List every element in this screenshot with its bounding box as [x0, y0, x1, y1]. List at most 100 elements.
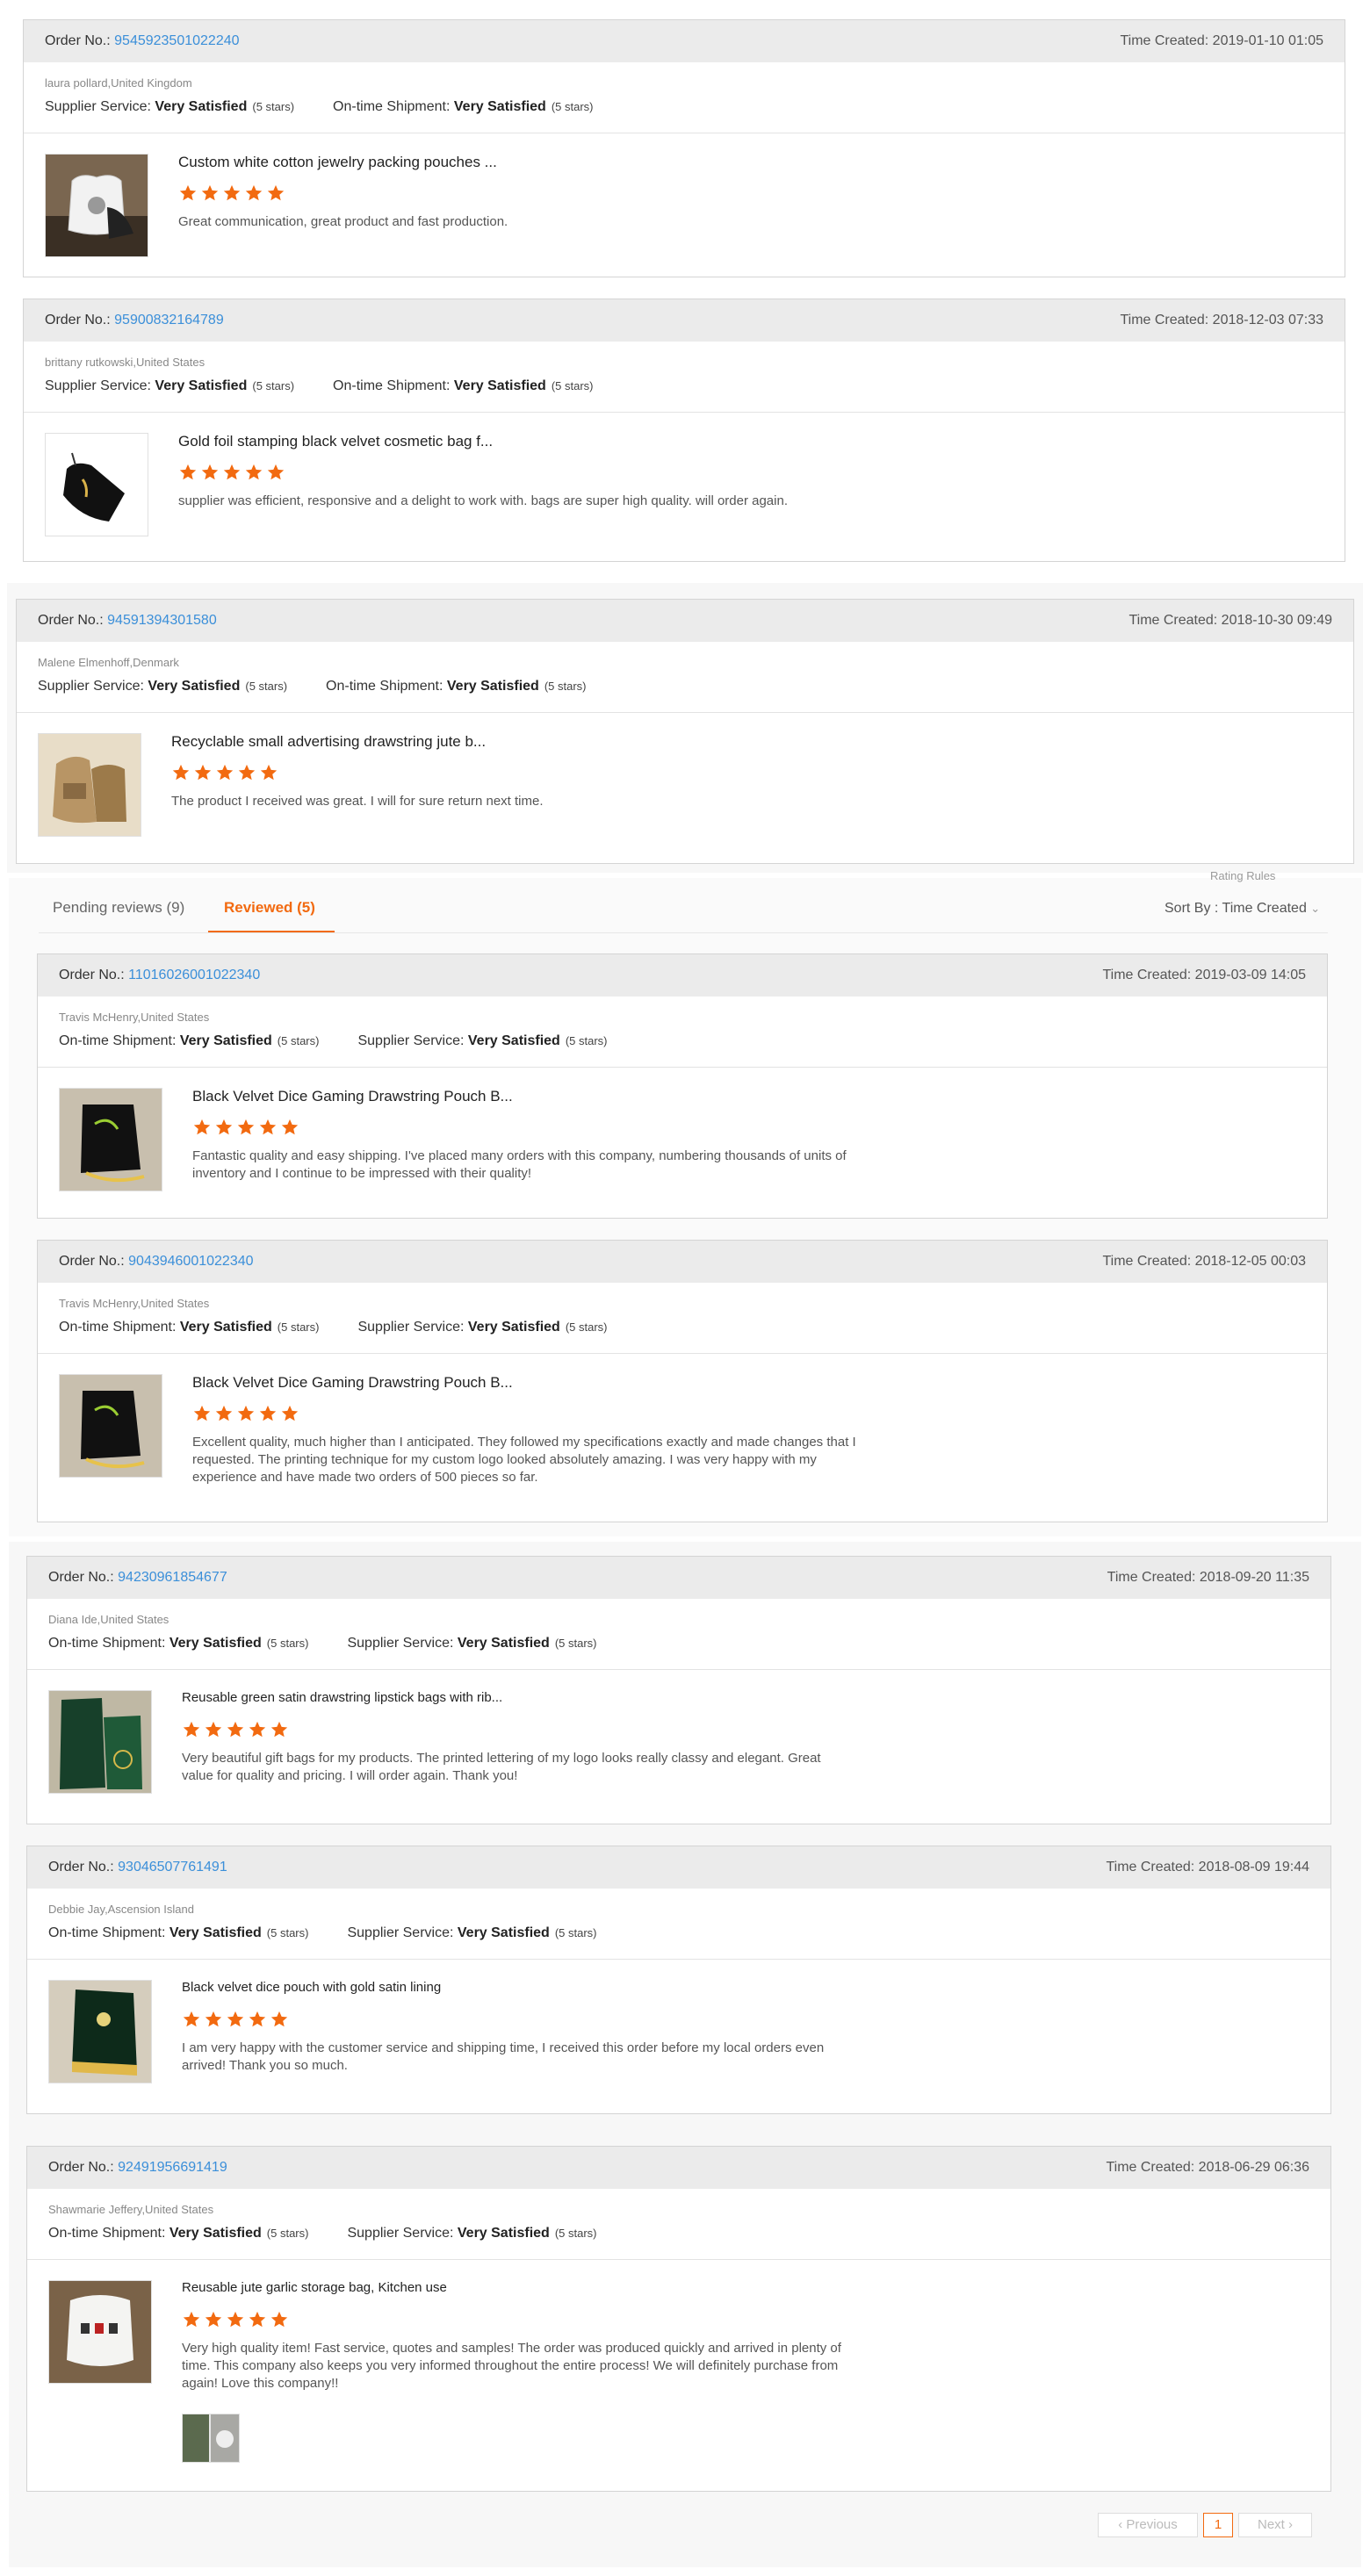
star-icon: [238, 764, 256, 781]
order-number-link[interactable]: 9043946001022340: [128, 1254, 253, 1269]
order-header: Order No.: 92491956691419 Time Created: …: [27, 2147, 1330, 2189]
order-card: Order No.: 93046507761491 Time Created: …: [26, 1846, 1331, 2114]
star-icon: [281, 1405, 299, 1421]
buyer-name: Travis McHenry,United States: [59, 1297, 210, 1310]
review-text: Very beautiful gift bags for my products…: [182, 1751, 821, 1783]
star-rating: [171, 763, 281, 784]
buyer-name: Malene Elmenhoff,Denmark: [38, 656, 179, 669]
star-rating: [192, 1404, 302, 1425]
order-number: Order No.: 94230961854677: [48, 1570, 227, 1585]
buyer-name: Shawmarie Jeffery,United States: [48, 2203, 214, 2216]
star-icon: [194, 764, 212, 781]
star-icon: [245, 464, 263, 480]
buyer-name: Diana Ide,United States: [48, 1613, 169, 1626]
product-title[interactable]: Black Velvet Dice Gaming Drawstring Pouc…: [192, 1088, 513, 1105]
star-icon: [260, 764, 278, 781]
star-rating: [182, 1720, 292, 1741]
rating-rules-link[interactable]: Rating Rules: [1210, 869, 1275, 882]
product-title[interactable]: Reusable green satin drawstring lipstick…: [182, 1690, 502, 1705]
garlic-storage-bag-photo[interactable]: [48, 2280, 152, 2384]
star-icon: [205, 1721, 222, 1738]
velvet-dice-pouch-gold-lining-photo[interactable]: [48, 1980, 152, 2083]
order-header: Order No.: 93046507761491 Time Created: …: [27, 1846, 1330, 1889]
sort-by-dropdown[interactable]: Sort By : Time Created ⌄: [1164, 901, 1320, 917]
rating-summary: On-time Shipment: Very Satisfied (5 stars…: [48, 2226, 597, 2241]
order-card: Order No.: 95900832164789 Time Created: …: [23, 299, 1345, 562]
tab-reviewed[interactable]: Reviewed (5): [224, 899, 315, 917]
star-icon: [201, 184, 219, 201]
order-number-link[interactable]: 9545923501022240: [114, 33, 239, 48]
order-number-link[interactable]: 95900832164789: [114, 313, 224, 327]
star-icon: [259, 1119, 277, 1135]
star-icon: [281, 1119, 299, 1135]
page-1-button[interactable]: 1: [1203, 2513, 1233, 2537]
product-title[interactable]: Reusable jute garlic storage bag, Kitche…: [182, 2280, 447, 2295]
time-created: Time Created: 2018-08-09 19:44: [1106, 1860, 1309, 1874]
product-title[interactable]: Recyclable small advertising drawstring …: [171, 733, 486, 751]
order-card: Order No.: 9043946001022340 Time Created…: [37, 1240, 1328, 1522]
order-number-link[interactable]: 93046507761491: [118, 1860, 227, 1874]
star-icon: [249, 2011, 266, 2027]
star-icon: [267, 464, 285, 480]
product-title[interactable]: Black Velvet Dice Gaming Drawstring Pouc…: [192, 1374, 513, 1392]
chevron-right-icon: ›: [1288, 2517, 1293, 2532]
star-icon: [179, 464, 197, 480]
order-number-link[interactable]: 92491956691419: [118, 2160, 227, 2175]
star-icon: [193, 1119, 211, 1135]
buyer-name: laura pollard,United Kingdom: [45, 76, 192, 90]
black-velvet-dice-pouch-photo[interactable]: [59, 1088, 162, 1191]
time-created: Time Created: 2018-10-30 09:49: [1128, 613, 1332, 628]
star-icon: [183, 1721, 200, 1738]
product-title[interactable]: Black velvet dice pouch with gold satin …: [182, 1980, 441, 1995]
star-icon: [270, 2311, 288, 2328]
divider: [27, 2259, 1330, 2260]
black-velvet-dice-pouch-photo[interactable]: [59, 1374, 162, 1478]
tab-bar-border: [39, 932, 1328, 933]
time-created: Time Created: 2019-03-09 14:05: [1102, 968, 1306, 982]
divider: [27, 1959, 1330, 1960]
order-number: Order No.: 9545923501022240: [45, 33, 240, 48]
white-cotton-pouch-photo[interactable]: [45, 154, 148, 257]
star-icon: [249, 1721, 266, 1738]
star-icon: [245, 184, 263, 201]
order-number-link[interactable]: 94591394301580: [107, 613, 217, 628]
order-card: Order No.: 94591394301580 Time Created: …: [16, 599, 1354, 864]
black-velvet-bag-photo[interactable]: [45, 433, 148, 536]
order-card: Order No.: 94230961854677 Time Created: …: [26, 1556, 1331, 1824]
order-number: Order No.: 9043946001022340: [59, 1254, 254, 1269]
star-icon: [172, 764, 190, 781]
product-title[interactable]: Custom white cotton jewelry packing pouc…: [178, 154, 497, 171]
review-text: Great communication, great product and f…: [178, 214, 508, 229]
green-satin-bag-photo[interactable]: [48, 1690, 152, 1794]
star-icon: [183, 2311, 200, 2328]
previous-page-button[interactable]: ‹ Previous: [1098, 2513, 1198, 2537]
review-text: Excellent quality, much higher than I an…: [192, 1435, 856, 1485]
time-created: Time Created: 2018-06-29 06:36: [1106, 2160, 1309, 2175]
order-number: Order No.: 93046507761491: [48, 1860, 227, 1874]
star-icon: [227, 2311, 244, 2328]
star-icon: [216, 764, 234, 781]
rating-summary: Supplier Service: Very Satisfied (5 stars…: [45, 378, 594, 393]
order-number-link[interactable]: 11016026001022340: [128, 968, 260, 982]
buyer-name: brittany rutkowski,United States: [45, 356, 206, 369]
star-rating: [178, 463, 288, 484]
order-header: Order No.: 9545923501022240 Time Created…: [24, 20, 1345, 62]
time-created: Time Created: 2019-01-10 01:05: [1120, 33, 1323, 48]
product-title[interactable]: Gold foil stamping black velvet cosmetic…: [178, 433, 493, 450]
rating-summary: On-time Shipment: Very Satisfied (5 stars…: [59, 1320, 608, 1335]
next-page-button[interactable]: Next ›: [1238, 2513, 1312, 2537]
review-photo-thumbnail[interactable]: [182, 2414, 240, 2463]
order-number: Order No.: 94591394301580: [38, 613, 217, 628]
star-icon: [237, 1405, 255, 1421]
buyer-name: Travis McHenry,United States: [59, 1011, 210, 1024]
star-icon: [270, 2011, 288, 2027]
time-created: Time Created: 2018-12-05 00:03: [1102, 1254, 1306, 1269]
star-rating: [178, 183, 288, 205]
star-icon: [215, 1405, 233, 1421]
order-number-link[interactable]: 94230961854677: [118, 1570, 227, 1585]
order-number: Order No.: 92491956691419: [48, 2160, 227, 2175]
star-rating: [192, 1118, 302, 1139]
review-text: The product I received was great. I will…: [171, 794, 544, 809]
tab-pending-reviews[interactable]: Pending reviews (9): [53, 899, 184, 917]
jute-bag-photo[interactable]: [38, 733, 141, 837]
